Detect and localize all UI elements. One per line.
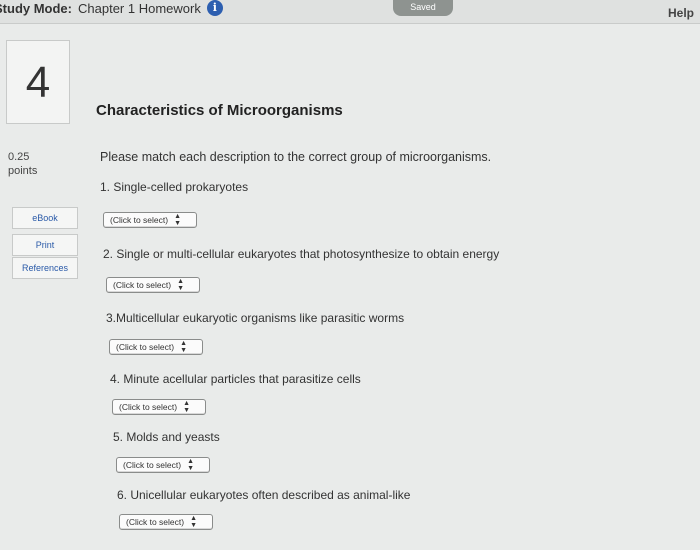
- select-value: (Click to select): [110, 215, 169, 225]
- match-item-1-select[interactable]: (Click to select) ▲ ▼: [103, 212, 197, 228]
- match-item-5-text: 5. Molds and yeasts: [113, 430, 220, 444]
- help-link[interactable]: Help: [668, 6, 694, 20]
- assignment-title: Chapter 1 Homework: [78, 0, 201, 16]
- match-item-6-select[interactable]: (Click to select) ▲ ▼: [119, 514, 213, 530]
- question-heading: Characteristics of Microorganisms: [96, 102, 343, 119]
- question-number: 4: [6, 40, 70, 124]
- updown-arrows-icon: ▲ ▼: [190, 515, 198, 529]
- question-instructions: Please match each description to the cor…: [100, 150, 492, 164]
- question-points: 0.25 points: [8, 150, 37, 178]
- study-mode-title: Study Mode: Chapter 1 Homework i: [0, 0, 223, 16]
- match-item-3-select[interactable]: (Click to select) ▲ ▼: [109, 339, 203, 355]
- references-button[interactable]: References: [12, 257, 78, 279]
- info-icon[interactable]: i: [206, 0, 223, 16]
- match-item-1-text: 1. Single-celled prokaryotes: [100, 180, 249, 194]
- points-value: 0.25: [8, 151, 30, 163]
- match-item-6-text: 6. Unicellular eukaryotes often describe…: [117, 488, 411, 502]
- updown-arrows-icon: ▲ ▼: [174, 213, 182, 227]
- match-item-4-select[interactable]: (Click to select) ▲ ▼: [112, 399, 206, 415]
- match-item-2-select[interactable]: (Click to select) ▲ ▼: [106, 277, 200, 293]
- select-value: (Click to select): [119, 402, 178, 412]
- updown-arrows-icon: ▲ ▼: [180, 340, 188, 354]
- saved-status-badge: Saved: [393, 0, 453, 16]
- select-value: (Click to select): [113, 280, 172, 290]
- print-button[interactable]: Print: [12, 234, 78, 256]
- match-item-3-text: 3.Multicellular eukaryotic organisms lik…: [106, 311, 405, 325]
- points-label: points: [8, 165, 38, 177]
- study-mode-label: Study Mode:: [0, 0, 72, 16]
- match-item-5-select[interactable]: (Click to select) ▲ ▼: [116, 457, 210, 473]
- updown-arrows-icon: ▲ ▼: [177, 278, 185, 292]
- updown-arrows-icon: ▲ ▼: [183, 400, 191, 414]
- top-bar: Study Mode: Chapter 1 Homework i Saved H…: [0, 0, 700, 24]
- updown-arrows-icon: ▲ ▼: [187, 458, 195, 472]
- select-value: (Click to select): [126, 517, 185, 527]
- select-value: (Click to select): [123, 460, 182, 470]
- ebook-button[interactable]: eBook: [12, 207, 78, 229]
- match-item-2-text: 2. Single or multi-cellular eukaryotes t…: [103, 247, 500, 261]
- select-value: (Click to select): [116, 342, 175, 352]
- match-item-4-text: 4. Minute acellular particles that paras…: [110, 372, 361, 386]
